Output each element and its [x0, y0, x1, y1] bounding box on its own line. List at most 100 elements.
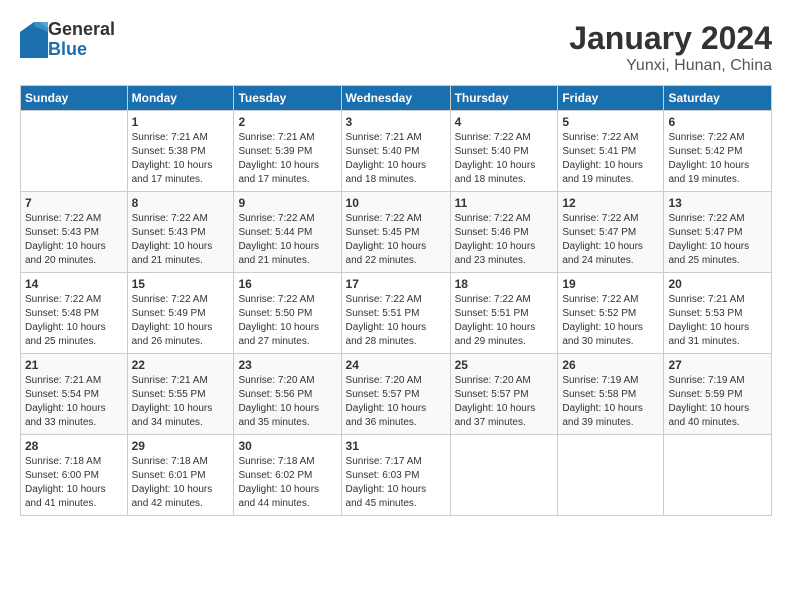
week-row-1: 1 Sunrise: 7:21 AMSunset: 5:38 PMDaylight… — [21, 111, 772, 192]
day-info: Sunrise: 7:19 AMSunset: 5:59 PMDaylight:… — [668, 375, 749, 428]
header-day-saturday: Saturday — [664, 86, 772, 111]
calendar-cell: 20 Sunrise: 7:21 AMSunset: 5:53 PMDayligh… — [664, 273, 772, 354]
header-day-monday: Monday — [127, 86, 234, 111]
logo-blue-text: Blue — [48, 40, 115, 60]
day-number: 10 — [346, 196, 446, 210]
header-day-friday: Friday — [558, 86, 664, 111]
calendar-cell — [558, 435, 664, 516]
day-number: 13 — [668, 196, 767, 210]
calendar-cell — [664, 435, 772, 516]
day-info: Sunrise: 7:22 AMSunset: 5:47 PMDaylight:… — [668, 213, 749, 266]
calendar-cell: 24Sunrise: 7:20 AMSunset: 5:57 PMDayligh… — [341, 354, 450, 435]
calendar-title: January 2024 — [569, 20, 772, 57]
day-info: Sunrise: 7:22 AMSunset: 5:50 PMDaylight:… — [238, 294, 319, 347]
day-number: 21 — [25, 358, 123, 372]
day-number: 25 — [455, 358, 554, 372]
day-number: 3 — [346, 115, 446, 129]
day-info: Sunrise: 7:22 AMSunset: 5:52 PMDaylight:… — [562, 294, 643, 347]
day-number: 30 — [238, 439, 336, 453]
calendar-cell: 3Sunrise: 7:21 AMSunset: 5:40 PMDaylight… — [341, 111, 450, 192]
day-info: Sunrise: 7:20 AMSunset: 5:57 PMDaylight:… — [455, 375, 536, 428]
logo-text: General Blue — [48, 20, 115, 60]
calendar-cell: 8 Sunrise: 7:22 AMSunset: 5:43 PMDaylight… — [127, 192, 234, 273]
calendar-cell: 11Sunrise: 7:22 AMSunset: 5:46 PMDayligh… — [450, 192, 558, 273]
calendar-cell: 6Sunrise: 7:22 AMSunset: 5:42 PMDaylight… — [664, 111, 772, 192]
calendar-cell: 4 Sunrise: 7:22 AMSunset: 5:40 PMDaylight… — [450, 111, 558, 192]
day-info: Sunrise: 7:17 AMSunset: 6:03 PMDaylight:… — [346, 456, 427, 509]
day-number: 9 — [238, 196, 336, 210]
day-number: 1 — [132, 115, 230, 129]
day-number: 20 — [668, 277, 767, 291]
day-number: 19 — [562, 277, 659, 291]
day-number: 4 — [455, 115, 554, 129]
header: General Blue January 2024 Yunxi, Hunan, … — [20, 20, 772, 75]
day-info: Sunrise: 7:22 AMSunset: 5:46 PMDaylight:… — [455, 213, 536, 266]
day-number: 28 — [25, 439, 123, 453]
day-info: Sunrise: 7:22 AMSunset: 5:40 PMDaylight:… — [455, 132, 536, 185]
day-number: 26 — [562, 358, 659, 372]
day-info: Sunrise: 7:22 AMSunset: 5:48 PMDaylight:… — [25, 294, 106, 347]
day-number: 18 — [455, 277, 554, 291]
day-info: Sunrise: 7:21 AMSunset: 5:38 PMDaylight:… — [132, 132, 213, 185]
day-number: 31 — [346, 439, 446, 453]
calendar-cell: 2 Sunrise: 7:21 AMSunset: 5:39 PMDaylight… — [234, 111, 341, 192]
day-info: Sunrise: 7:22 AMSunset: 5:51 PMDaylight:… — [455, 294, 536, 347]
day-info: Sunrise: 7:22 AMSunset: 5:51 PMDaylight:… — [346, 294, 427, 347]
calendar-cell: 28Sunrise: 7:18 AMSunset: 6:00 PMDayligh… — [21, 435, 128, 516]
week-row-2: 7 Sunrise: 7:22 AMSunset: 5:43 PMDaylight… — [21, 192, 772, 273]
calendar-table: SundayMondayTuesdayWednesdayThursdayFrid… — [20, 85, 772, 516]
day-number: 8 — [132, 196, 230, 210]
calendar-cell: 23 Sunrise: 7:20 AMSunset: 5:56 PMDayligh… — [234, 354, 341, 435]
calendar-subtitle: Yunxi, Hunan, China — [569, 57, 772, 75]
calendar-cell: 22Sunrise: 7:21 AMSunset: 5:55 PMDayligh… — [127, 354, 234, 435]
day-number: 16 — [238, 277, 336, 291]
day-info: Sunrise: 7:20 AMSunset: 5:56 PMDaylight:… — [238, 375, 319, 428]
day-number: 23 — [238, 358, 336, 372]
day-number: 7 — [25, 196, 123, 210]
calendar-cell: 26Sunrise: 7:19 AMSunset: 5:58 PMDayligh… — [558, 354, 664, 435]
calendar-cell: 12 Sunrise: 7:22 AMSunset: 5:47 PMDayligh… — [558, 192, 664, 273]
day-number: 14 — [25, 277, 123, 291]
calendar-cell: 1 Sunrise: 7:21 AMSunset: 5:38 PMDaylight… — [127, 111, 234, 192]
day-info: Sunrise: 7:22 AMSunset: 5:43 PMDaylight:… — [132, 213, 213, 266]
calendar-cell: 29 Sunrise: 7:18 AMSunset: 6:01 PMDayligh… — [127, 435, 234, 516]
day-info: Sunrise: 7:22 AMSunset: 5:44 PMDaylight:… — [238, 213, 319, 266]
calendar-cell: 5Sunrise: 7:22 AMSunset: 5:41 PMDaylight… — [558, 111, 664, 192]
day-number: 5 — [562, 115, 659, 129]
day-info: Sunrise: 7:22 AMSunset: 5:47 PMDaylight:… — [562, 213, 643, 266]
week-row-4: 21 Sunrise: 7:21 AMSunset: 5:54 PMDayligh… — [21, 354, 772, 435]
day-info: Sunrise: 7:22 AMSunset: 5:49 PMDaylight:… — [132, 294, 213, 347]
header-day-tuesday: Tuesday — [234, 86, 341, 111]
header-day-thursday: Thursday — [450, 86, 558, 111]
calendar-cell: 18 Sunrise: 7:22 AMSunset: 5:51 PMDayligh… — [450, 273, 558, 354]
day-info: Sunrise: 7:22 AMSunset: 5:45 PMDaylight:… — [346, 213, 427, 266]
day-info: Sunrise: 7:22 AMSunset: 5:43 PMDaylight:… — [25, 213, 106, 266]
week-row-3: 14 Sunrise: 7:22 AMSunset: 5:48 PMDayligh… — [21, 273, 772, 354]
day-number: 2 — [238, 115, 336, 129]
week-row-5: 28Sunrise: 7:18 AMSunset: 6:00 PMDayligh… — [21, 435, 772, 516]
day-number: 29 — [132, 439, 230, 453]
day-number: 22 — [132, 358, 230, 372]
calendar-cell: 7 Sunrise: 7:22 AMSunset: 5:43 PMDaylight… — [21, 192, 128, 273]
page: General Blue January 2024 Yunxi, Hunan, … — [0, 0, 792, 526]
day-number: 6 — [668, 115, 767, 129]
day-number: 27 — [668, 358, 767, 372]
calendar-cell: 15Sunrise: 7:22 AMSunset: 5:49 PMDayligh… — [127, 273, 234, 354]
calendar-cell: 31 Sunrise: 7:17 AMSunset: 6:03 PMDayligh… — [341, 435, 450, 516]
day-number: 12 — [562, 196, 659, 210]
calendar-cell: 25 Sunrise: 7:20 AMSunset: 5:57 PMDayligh… — [450, 354, 558, 435]
calendar-cell: 21 Sunrise: 7:21 AMSunset: 5:54 PMDayligh… — [21, 354, 128, 435]
calendar-cell: 27 Sunrise: 7:19 AMSunset: 5:59 PMDayligh… — [664, 354, 772, 435]
calendar-cell: 17 Sunrise: 7:22 AMSunset: 5:51 PMDayligh… — [341, 273, 450, 354]
day-info: Sunrise: 7:21 AMSunset: 5:53 PMDaylight:… — [668, 294, 749, 347]
day-info: Sunrise: 7:20 AMSunset: 5:57 PMDaylight:… — [346, 375, 427, 428]
day-info: Sunrise: 7:18 AMSunset: 6:01 PMDaylight:… — [132, 456, 213, 509]
day-info: Sunrise: 7:18 AMSunset: 6:02 PMDaylight:… — [238, 456, 319, 509]
calendar-cell: 19 Sunrise: 7:22 AMSunset: 5:52 PMDayligh… — [558, 273, 664, 354]
day-info: Sunrise: 7:21 AMSunset: 5:39 PMDaylight:… — [238, 132, 319, 185]
day-info: Sunrise: 7:21 AMSunset: 5:54 PMDaylight:… — [25, 375, 106, 428]
calendar-cell: 30 Sunrise: 7:18 AMSunset: 6:02 PMDayligh… — [234, 435, 341, 516]
calendar-cell: 16 Sunrise: 7:22 AMSunset: 5:50 PMDayligh… — [234, 273, 341, 354]
calendar-cell — [21, 111, 128, 192]
day-number: 17 — [346, 277, 446, 291]
